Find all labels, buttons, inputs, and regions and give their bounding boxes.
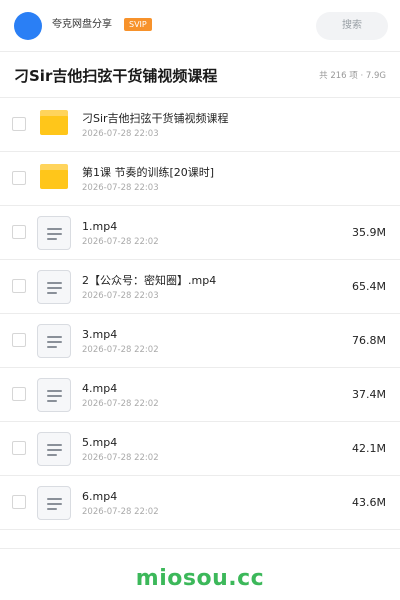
file-size: 35.9M — [352, 226, 386, 239]
site-watermark: miosou.cc — [135, 566, 265, 591]
list-item[interactable]: 2【公众号：密知圈】.mp4 2026-07-28 22:03 65.4M — [0, 260, 400, 314]
checkbox[interactable] — [12, 225, 26, 239]
file-name: 5.mp4 — [82, 436, 118, 449]
file-name: 1.mp4 — [82, 220, 118, 233]
checkbox[interactable] — [12, 333, 26, 347]
file-name: 4.mp4 — [82, 382, 118, 395]
file-date: 2026-07-28 22:02 — [82, 237, 159, 247]
video-file-icon — [37, 216, 71, 250]
svip-badge: SVIP — [124, 18, 152, 31]
list-item[interactable]: 6.mp4 2026-07-28 22:02 43.6M — [0, 476, 400, 530]
file-size: 37.4M — [352, 388, 386, 401]
folder-icon — [40, 110, 68, 135]
file-size: 76.8M — [352, 334, 386, 347]
checkbox[interactable] — [12, 441, 26, 455]
checkbox[interactable] — [12, 171, 26, 185]
file-date: 2026-07-28 22:02 — [82, 399, 159, 409]
checkbox[interactable] — [12, 495, 26, 509]
file-name: 第1课 节奏的训练[20课时] — [82, 166, 215, 179]
file-list: 刁Sir吉他扫弦干货铺视频课程 2026-07-28 22:03 第1课 节奏的… — [0, 98, 400, 530]
list-item[interactable]: 5.mp4 2026-07-28 22:02 42.1M — [0, 422, 400, 476]
video-file-icon — [37, 378, 71, 412]
search-button[interactable]: 搜索 — [316, 12, 388, 40]
list-item[interactable]: 4.mp4 2026-07-28 22:02 37.4M — [0, 368, 400, 422]
file-date: 2026-07-28 22:03 — [82, 291, 159, 301]
checkbox[interactable] — [12, 279, 26, 293]
page-title: 刁Sir吉他扫弦干货铺视频课程 — [14, 67, 218, 85]
video-file-icon — [37, 324, 71, 358]
list-item[interactable]: 3.mp4 2026-07-28 22:02 76.8M — [0, 314, 400, 368]
folder-title-bar: 刁Sir吉他扫弦干货铺视频课程 共 216 项 · 7.9G — [0, 52, 400, 98]
app-header: 夸克网盘分享 SVIP 搜索 — [0, 0, 400, 52]
file-name: 3.mp4 — [82, 328, 118, 341]
file-date: 2026-07-28 22:02 — [82, 507, 159, 517]
video-file-icon — [37, 270, 71, 304]
folder-icon — [40, 164, 68, 189]
list-item[interactable]: 第1课 节奏的训练[20课时] 2026-07-28 22:03 — [0, 152, 400, 206]
file-size: 43.6M — [352, 496, 386, 509]
checkbox[interactable] — [12, 117, 26, 131]
video-file-icon — [37, 486, 71, 520]
file-date: 2026-07-28 22:03 — [82, 183, 159, 193]
video-file-icon — [37, 432, 71, 466]
user-name: 夸克网盘分享 — [52, 19, 112, 30]
file-name: 刁Sir吉他扫弦干货铺视频课程 — [82, 112, 229, 125]
file-size: 42.1M — [352, 442, 386, 455]
list-item[interactable]: 刁Sir吉他扫弦干货铺视频课程 2026-07-28 22:03 — [0, 98, 400, 152]
file-name: 6.mp4 — [82, 490, 118, 503]
file-date: 2026-07-28 22:02 — [82, 345, 159, 355]
file-size: 65.4M — [352, 280, 386, 293]
file-name: 2【公众号：密知圈】.mp4 — [82, 274, 217, 287]
divider — [0, 548, 400, 549]
file-date: 2026-07-28 22:03 — [82, 129, 159, 139]
checkbox[interactable] — [12, 387, 26, 401]
folder-meta: 共 216 项 · 7.9G — [319, 71, 386, 81]
list-item[interactable]: 1.mp4 2026-07-28 22:02 35.9M — [0, 206, 400, 260]
avatar[interactable] — [14, 12, 42, 40]
file-date: 2026-07-28 22:02 — [82, 453, 159, 463]
